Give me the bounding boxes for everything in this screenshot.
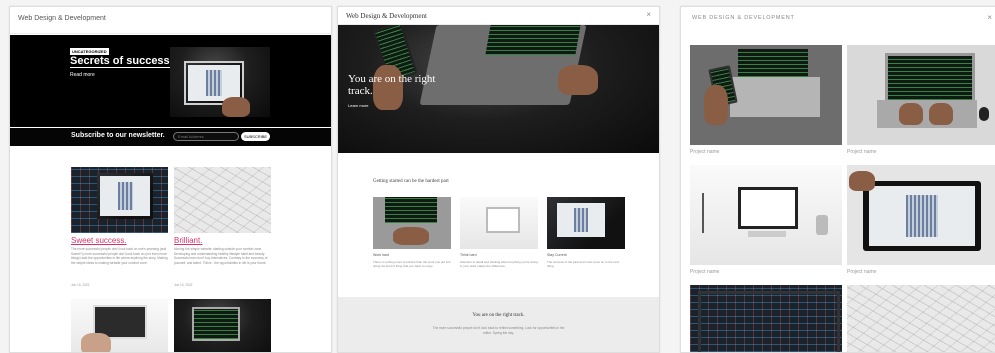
feature-caption: Work hard [373, 253, 390, 257]
card-image[interactable] [71, 167, 168, 233]
newsletter-bar: Subscribe to our newsletter. SUBSCRIBE [10, 128, 331, 146]
footer-cta: You are on the right track. The more suc… [338, 297, 659, 352]
email-field[interactable] [173, 132, 239, 141]
newsletter-label: Subscribe to our newsletter. [71, 132, 165, 139]
project-image[interactable] [847, 45, 995, 145]
feature-image [547, 197, 625, 249]
project-image[interactable] [690, 45, 842, 145]
project-image[interactable] [690, 285, 842, 352]
close-icon[interactable]: × [987, 13, 992, 22]
site-title: WEB DESIGN & DEVELOPMENT [692, 15, 795, 21]
footer-title: You are on the right track. [472, 313, 525, 318]
subscribe-button[interactable]: SUBSCRIBE [241, 132, 270, 141]
footer-text: The more successful people don't look ba… [432, 326, 565, 335]
project-image[interactable] [847, 285, 995, 352]
project-caption[interactable]: Project name [690, 269, 719, 275]
project-image[interactable] [847, 165, 995, 265]
portfolio-template-panel: WEB DESIGN & DEVELOPMENT × Project name … [680, 6, 995, 353]
business-template-panel: Web Design & Development × You are on th… [337, 6, 660, 353]
feature-description: The success of the past and must move on… [547, 260, 620, 268]
feature-description: Attention to detail and thinking about a… [460, 260, 538, 268]
card-image[interactable] [174, 167, 271, 233]
feature-caption: Stay Current [547, 253, 567, 257]
card-excerpt: Moving the simple website: starting outs… [174, 247, 268, 265]
project-image[interactable] [690, 165, 842, 265]
hero-title[interactable]: Secrets of success. [70, 55, 173, 68]
card-date: Jun 13, 2022 [71, 283, 90, 287]
feature-caption: Think hard [460, 253, 477, 257]
hero-image [170, 47, 270, 117]
hero-section: UNCATEGORIZED Secrets of success. Read m… [10, 35, 331, 127]
panel-header: Web Design & Development [10, 7, 331, 34]
panel-header: WEB DESIGN & DEVELOPMENT × [681, 7, 995, 33]
panel-header: Web Design & Development × [338, 7, 659, 25]
card-date: Jun 13, 2022 [174, 283, 193, 287]
site-title: Web Design & Development [346, 12, 427, 20]
section-subheading: Getting started can be the hardest part [373, 179, 449, 184]
project-caption[interactable]: Project name [847, 269, 876, 275]
card-image[interactable] [71, 299, 168, 352]
site-title: Web Design & Development [18, 15, 106, 22]
feature-image [460, 197, 538, 249]
feature-image [373, 197, 451, 249]
blog-template-panel: Web Design & Development UNCATEGORIZED S… [9, 6, 332, 353]
hero-title: You are on the right track. [348, 73, 436, 97]
card-image[interactable] [174, 299, 271, 352]
card-excerpt: The more successful people don't look ba… [71, 247, 168, 265]
project-caption[interactable]: Project name [847, 149, 876, 155]
card-title[interactable]: Sweet success. [71, 236, 127, 245]
close-icon[interactable]: × [646, 10, 651, 19]
read-more-link[interactable]: Read more [70, 72, 95, 78]
project-caption[interactable]: Project name [690, 149, 719, 155]
category-badge[interactable]: UNCATEGORIZED [70, 48, 109, 55]
feature-description: There is nothing more important than the… [373, 260, 451, 268]
hero-section: You are on the right track. Learn more [338, 25, 659, 153]
card-title[interactable]: Brilliant. [174, 236, 202, 245]
learn-more-link[interactable]: Learn more [348, 103, 368, 108]
